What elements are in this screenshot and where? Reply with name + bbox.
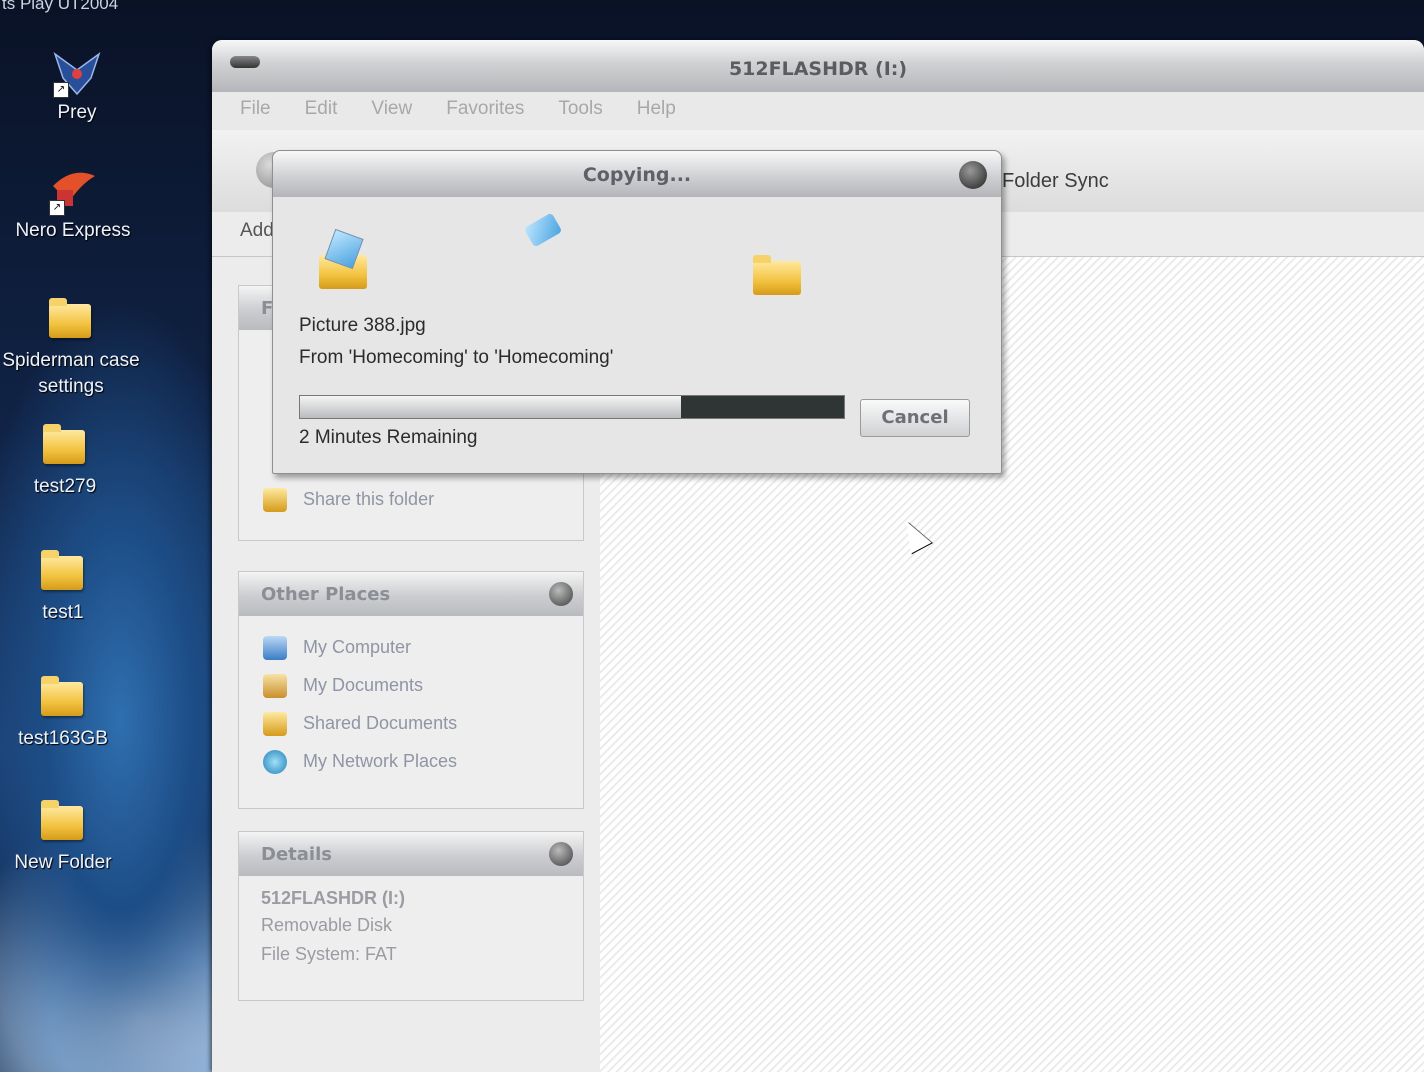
desktop-icon-label: Prey xyxy=(57,102,97,123)
menu-edit[interactable]: Edit xyxy=(287,92,354,126)
desktop-icon-prey[interactable]: ↗ Prey xyxy=(2,48,152,126)
other-places-title: Other Places xyxy=(261,584,391,605)
details-panel: Details 512FLASHDR (I:) Removable Disk F… xyxy=(238,831,584,1001)
source-folder-icon xyxy=(319,228,369,289)
shortcut-arrow-icon: ↗ xyxy=(53,82,69,98)
folder-icon xyxy=(37,548,89,596)
folder-icon xyxy=(39,422,91,470)
folder-icon xyxy=(37,674,89,722)
menu-help[interactable]: Help xyxy=(619,92,692,126)
place-label: My Network Places xyxy=(303,751,458,771)
details-drive-name: 512FLASHDR (I:) xyxy=(261,888,406,908)
desktop-icon-test1[interactable]: test1 xyxy=(0,548,138,626)
place-label: My Computer xyxy=(303,637,412,657)
place-my-network-places[interactable]: My Network Places xyxy=(239,744,583,782)
window-titlebar[interactable]: 512FLASHDR (I:) xyxy=(212,40,1424,92)
shared-documents-icon xyxy=(263,712,287,736)
details-filesystem: File System: FAT xyxy=(261,944,397,964)
other-places-panel: Other Places My Computer My Documents Sh… xyxy=(238,571,584,809)
desktop-icon-spiderman-case-settings[interactable]: Spiderman case settings xyxy=(0,296,146,400)
details-title: Details xyxy=(261,844,332,865)
folder-icon xyxy=(45,296,97,344)
menu-bar: File Edit View Favorites Tools Help xyxy=(222,92,1424,126)
progress-fill xyxy=(300,396,681,418)
desktop-icon-test279[interactable]: test279 xyxy=(0,422,140,500)
details-drive-type: Removable Disk xyxy=(261,915,393,935)
collapse-icon[interactable] xyxy=(549,842,573,866)
desktop-top-label: ts Play UT2004 xyxy=(2,0,119,13)
details-header[interactable]: Details xyxy=(239,832,583,876)
place-my-computer[interactable]: My Computer xyxy=(239,630,583,668)
menu-favorites[interactable]: Favorites xyxy=(428,92,540,126)
my-documents-icon xyxy=(263,674,287,698)
window-title: 512FLASHDR (I:) xyxy=(728,58,908,80)
dialog-title: Copying... xyxy=(582,164,692,186)
desktop-icon-label: New Folder xyxy=(14,852,112,873)
address-label: Add xyxy=(240,220,274,241)
destination-folder-icon xyxy=(753,255,803,295)
copy-from-to: From 'Homecoming' to 'Homecoming' xyxy=(299,347,614,368)
desktop-icon-label: test163GB xyxy=(18,728,108,749)
desktop-icon-test163gb[interactable]: test163GB xyxy=(0,674,138,752)
shortcut-arrow-icon: ↗ xyxy=(49,200,65,216)
time-remaining: 2 Minutes Remaining xyxy=(299,427,478,448)
menu-file[interactable]: File xyxy=(222,92,287,126)
cancel-button[interactable]: Cancel xyxy=(860,399,970,437)
desktop-icon-label: Spiderman case settings xyxy=(2,350,140,397)
share-folder-icon xyxy=(263,488,287,512)
desktop-icon-nero-express[interactable]: ↗ Nero Express xyxy=(0,166,148,244)
copying-dialog: Copying... Picture 388.jpg From 'Homecom… xyxy=(272,150,1002,474)
flying-document-icon xyxy=(523,212,563,248)
prey-icon: ↗ xyxy=(51,48,103,98)
folder-icon xyxy=(37,798,89,846)
share-folder-label: Share this folder xyxy=(303,489,435,509)
dialog-titlebar[interactable]: Copying... xyxy=(273,151,1001,197)
collapse-icon[interactable] xyxy=(549,582,573,606)
place-label: Shared Documents xyxy=(303,713,458,733)
folder-sync-button[interactable]: Folder Sync xyxy=(1002,170,1109,193)
copy-progress-bar xyxy=(299,395,845,419)
place-my-documents[interactable]: My Documents xyxy=(239,668,583,706)
other-places-header[interactable]: Other Places xyxy=(239,572,583,616)
menu-tools[interactable]: Tools xyxy=(540,92,618,126)
nero-express-icon: ↗ xyxy=(47,166,99,216)
place-shared-documents[interactable]: Shared Documents xyxy=(239,706,583,744)
desktop-icon-label: Nero Express xyxy=(15,220,131,241)
my-computer-icon xyxy=(263,636,287,660)
desktop-icon-label: test279 xyxy=(33,476,97,497)
close-icon[interactable] xyxy=(959,161,987,189)
menu-view[interactable]: View xyxy=(353,92,428,126)
network-places-icon xyxy=(263,750,287,774)
desktop-icon-new-folder[interactable]: New Folder xyxy=(0,798,138,876)
place-label: My Documents xyxy=(303,675,424,695)
desktop-icon-label: test1 xyxy=(42,602,84,623)
copy-filename: Picture 388.jpg xyxy=(299,315,426,336)
share-folder-link[interactable]: Share this folder xyxy=(239,482,583,520)
